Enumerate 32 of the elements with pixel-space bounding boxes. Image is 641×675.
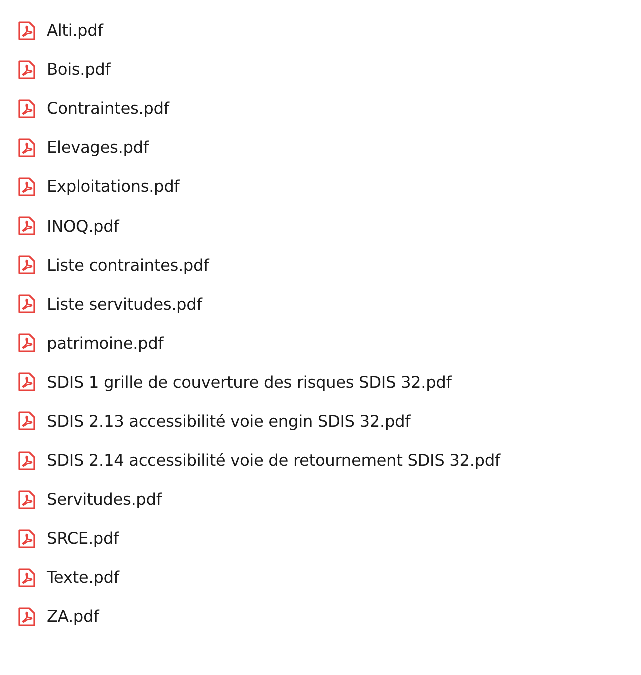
file-name[interactable]: patrimoine.pdf (47, 334, 164, 353)
pdf-file-icon (18, 528, 36, 549)
file-name[interactable]: Alti.pdf (47, 21, 104, 40)
pdf-file-icon (18, 255, 36, 276)
pdf-file-icon (18, 450, 36, 471)
file-name[interactable]: SDIS 1 grille de couverture des risques SDIS 32.pdf (47, 372, 452, 392)
file-name[interactable]: Elevages.pdf (47, 138, 149, 158)
pdf-file-icon (18, 20, 36, 41)
pdf-file-icon (18, 138, 36, 158)
pdf-file-icon (18, 411, 36, 432)
pdf-file-icon (18, 333, 36, 354)
file-name[interactable]: Servitudes.pdf (47, 490, 162, 510)
file-name[interactable]: SDIS 2.14 accessibilité voie de retournement SDIS 32.pdf (47, 451, 500, 470)
file-name[interactable]: SRCE.pdf (47, 529, 120, 548)
pdf-file-icon (18, 294, 36, 314)
file-name[interactable]: Liste contraintes.pdf (47, 256, 210, 275)
pdf-file-icon (18, 98, 36, 119)
file-name[interactable]: Exploitations.pdf (47, 177, 180, 196)
file-name[interactable]: Liste servitudes.pdf (47, 294, 202, 314)
pdf-file-icon (18, 216, 36, 236)
file-name[interactable]: INOQ.pdf (47, 216, 120, 236)
pdf-file-icon (18, 176, 36, 197)
pdf-file-icon (18, 490, 36, 510)
file-name[interactable]: Texte.pdf (47, 568, 120, 588)
pdf-file-icon (18, 372, 36, 392)
pdf-file-icon (18, 606, 36, 627)
pdf-file-icon (18, 568, 36, 588)
pdf-file-icon (18, 60, 36, 80)
file-name[interactable]: Contraintes.pdf (47, 99, 170, 118)
file-name[interactable]: SDIS 2.13 accessibilité voie engin SDIS 32.pdf (47, 412, 411, 431)
file-name[interactable]: Bois.pdf (47, 60, 111, 80)
file-name[interactable]: ZA.pdf (47, 607, 100, 626)
